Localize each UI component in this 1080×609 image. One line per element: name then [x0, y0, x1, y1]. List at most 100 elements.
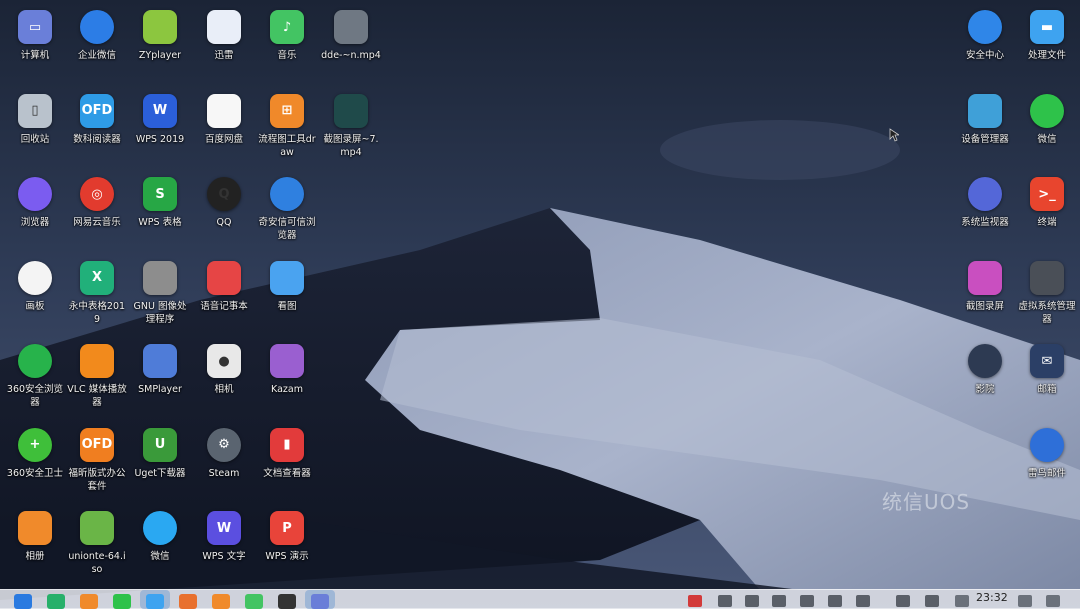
clock[interactable]: 23:32	[976, 591, 1008, 604]
network-icon[interactable]	[718, 595, 732, 607]
desktop-icon[interactable]: 看图	[257, 257, 317, 337]
volume-icon[interactable]	[745, 595, 759, 607]
bluetooth-icon[interactable]	[772, 595, 786, 607]
dock-music-button[interactable]	[245, 594, 263, 609]
desktop-icon-label: dde-~n.mp4	[321, 50, 381, 61]
desktop-icon[interactable]: VLC 媒体播放器	[67, 340, 127, 420]
dock-launcher-button[interactable]	[14, 594, 32, 609]
dock-presentation-button[interactable]	[179, 594, 197, 609]
desktop-icon[interactable]: 设备管理器	[955, 90, 1015, 170]
dock-file-manager-button[interactable]	[140, 590, 170, 609]
desktop-icon[interactable]: unionte-64.iso	[67, 507, 127, 587]
desktop-icon[interactable]: +360安全卫士	[5, 424, 65, 504]
desktop-icon[interactable]: ZYplayer	[130, 6, 190, 86]
folder-icon: ▬	[1030, 10, 1064, 44]
desktop-icon[interactable]: 虚拟系统管理器	[1017, 257, 1077, 337]
uget-icon: U	[143, 427, 177, 462]
desktop-icon-label: 360安全卫士	[6, 467, 64, 479]
dock-album-button[interactable]	[212, 594, 230, 609]
network-icon[interactable]	[955, 595, 969, 607]
desktop-icon[interactable]: 相册	[5, 507, 65, 587]
desktop-icon[interactable]: ✉ 邮箱	[1017, 340, 1077, 420]
desktop-icon[interactable]: 系统监视器	[955, 173, 1015, 253]
keyboard-icon[interactable]	[828, 595, 842, 607]
trash-icon[interactable]	[1018, 595, 1032, 607]
desktop-icon[interactable]: 企业微信	[67, 6, 127, 86]
desktop-icon-label: 邮箱	[1037, 384, 1057, 395]
desktop-icon[interactable]: ⊞ 流程图工具draw	[257, 90, 317, 170]
desktop: ▭ 计算机 ▯ 回收站 浏览器 画板 360安全浏览器 +360安全卫士 相册 企业微信 OFD 数科…	[0, 0, 1080, 608]
dock-wechat-button[interactable]	[113, 594, 131, 609]
desktop-icon-label: 企业微信	[77, 50, 116, 61]
desktop-icon[interactable]: 微信	[130, 507, 190, 587]
monitor-icon[interactable]	[896, 595, 910, 607]
dock-media-player-button[interactable]	[278, 594, 296, 609]
desktop-icon[interactable]: GNU 图像处理程序	[130, 257, 190, 337]
desktop-icon[interactable]: 雷鸟邮件	[1017, 424, 1077, 504]
desktop-icon-label: ZYplayer	[138, 50, 182, 61]
desktop-icon[interactable]: ▬ 处理文件	[1017, 6, 1077, 86]
desktop-icon[interactable]: OFD 福昕版式办公套件	[67, 424, 127, 504]
desktop-icon[interactable]: ♪ 音乐	[257, 6, 317, 86]
desktop-icon[interactable]: Q QQ	[194, 173, 254, 253]
desktop-icon[interactable]: ▯ 回收站	[5, 90, 65, 170]
desktop-icon[interactable]: X 永中表格2019	[67, 257, 127, 337]
desktop-icon-label: 微信	[1037, 133, 1057, 145]
desktop-icon[interactable]: 微信	[1017, 90, 1077, 170]
desktop-icon[interactable]: ● 相机	[194, 340, 254, 420]
notification-icon[interactable]	[856, 595, 870, 607]
vlc-icon	[80, 344, 114, 378]
desktop-icon[interactable]: SMPlayer	[130, 340, 190, 420]
dock-spreadsheet-button[interactable]	[47, 594, 65, 609]
desktop-icon-label: 截图录屏~7.mp4	[323, 133, 379, 158]
desktop-icon[interactable]: 影院	[955, 340, 1015, 420]
desktop-icon-label: 百度网盘	[204, 133, 243, 145]
desktop-icon[interactable]: ▮ 文档查看器	[257, 424, 317, 504]
desktop-icon-label: 设备管理器	[961, 133, 1009, 145]
desktop-icon[interactable]: W WPS 文字	[194, 507, 254, 587]
desktop-icon[interactable]: ◎ 网易云音乐	[67, 173, 127, 253]
desktop-icon-label: 截图录屏	[965, 300, 1004, 312]
record-icon[interactable]	[688, 595, 702, 607]
desktop-icon[interactable]: 浏览器	[5, 173, 65, 253]
desktop-icon[interactable]: U Uget下载器	[130, 424, 190, 504]
desktop-icon[interactable]: W WPS 2019	[130, 90, 190, 170]
desktop-icon-label: WPS 演示	[265, 551, 309, 562]
wps-sheet-icon: S	[143, 177, 177, 211]
wecom-icon	[80, 10, 114, 44]
music-icon: ♪	[270, 10, 304, 44]
desktop-icon[interactable]: ▭ 计算机	[5, 6, 65, 86]
desktop-icon[interactable]: >_ 终端	[1017, 173, 1077, 253]
desktop-icon[interactable]: 截图录屏	[955, 257, 1015, 337]
desktop-icon[interactable]: S WPS 表格	[130, 173, 190, 253]
desktop-icon[interactable]: 奇安信可信浏览器	[257, 173, 317, 253]
notification-icon[interactable]	[1046, 595, 1060, 607]
qianxin-browser-icon	[270, 177, 304, 211]
desktop-icon[interactable]: P WPS 演示	[257, 507, 317, 587]
desktop-icon-label: Uget下载器	[134, 467, 186, 479]
desktop-icon[interactable]: 画板	[5, 257, 65, 337]
camera-icon: ●	[207, 344, 241, 378]
desktop-icon[interactable]: 安全中心	[955, 6, 1015, 86]
desktop-icon[interactable]: Kazam	[257, 340, 317, 420]
desktop-icon[interactable]: OFD 数科阅读器	[67, 90, 127, 170]
video-file-icon	[334, 10, 368, 44]
desktop-icon-label: 系统监视器	[961, 217, 1009, 228]
desktop-icon-label: 永中表格2019	[68, 300, 126, 325]
desktop-icon-label: 360安全浏览器	[6, 384, 64, 408]
desktop-icon[interactable]: ⚙ Steam	[194, 424, 254, 504]
taskbar-dock: 23:32	[0, 589, 1080, 609]
desktop-icon[interactable]: 百度网盘	[194, 90, 254, 170]
desktop-icon[interactable]: 截图录屏~7.mp4	[321, 90, 381, 170]
desktop-icon-label: 终端	[1037, 217, 1057, 228]
desktop-icon[interactable]: 360安全浏览器	[5, 340, 65, 420]
power-icon[interactable]	[925, 595, 939, 607]
desktop-icon-label: 雷鸟邮件	[1027, 467, 1066, 479]
battery-icon[interactable]	[800, 595, 814, 607]
yozo-sheet-icon: X	[80, 260, 114, 295]
desktop-icon[interactable]: 迅雷	[194, 6, 254, 86]
dock-settings-button[interactable]	[305, 590, 335, 609]
dock-store-button[interactable]	[80, 594, 98, 609]
desktop-icon[interactable]: dde-~n.mp4	[321, 6, 381, 86]
desktop-icon[interactable]: 语音记事本	[194, 257, 254, 337]
